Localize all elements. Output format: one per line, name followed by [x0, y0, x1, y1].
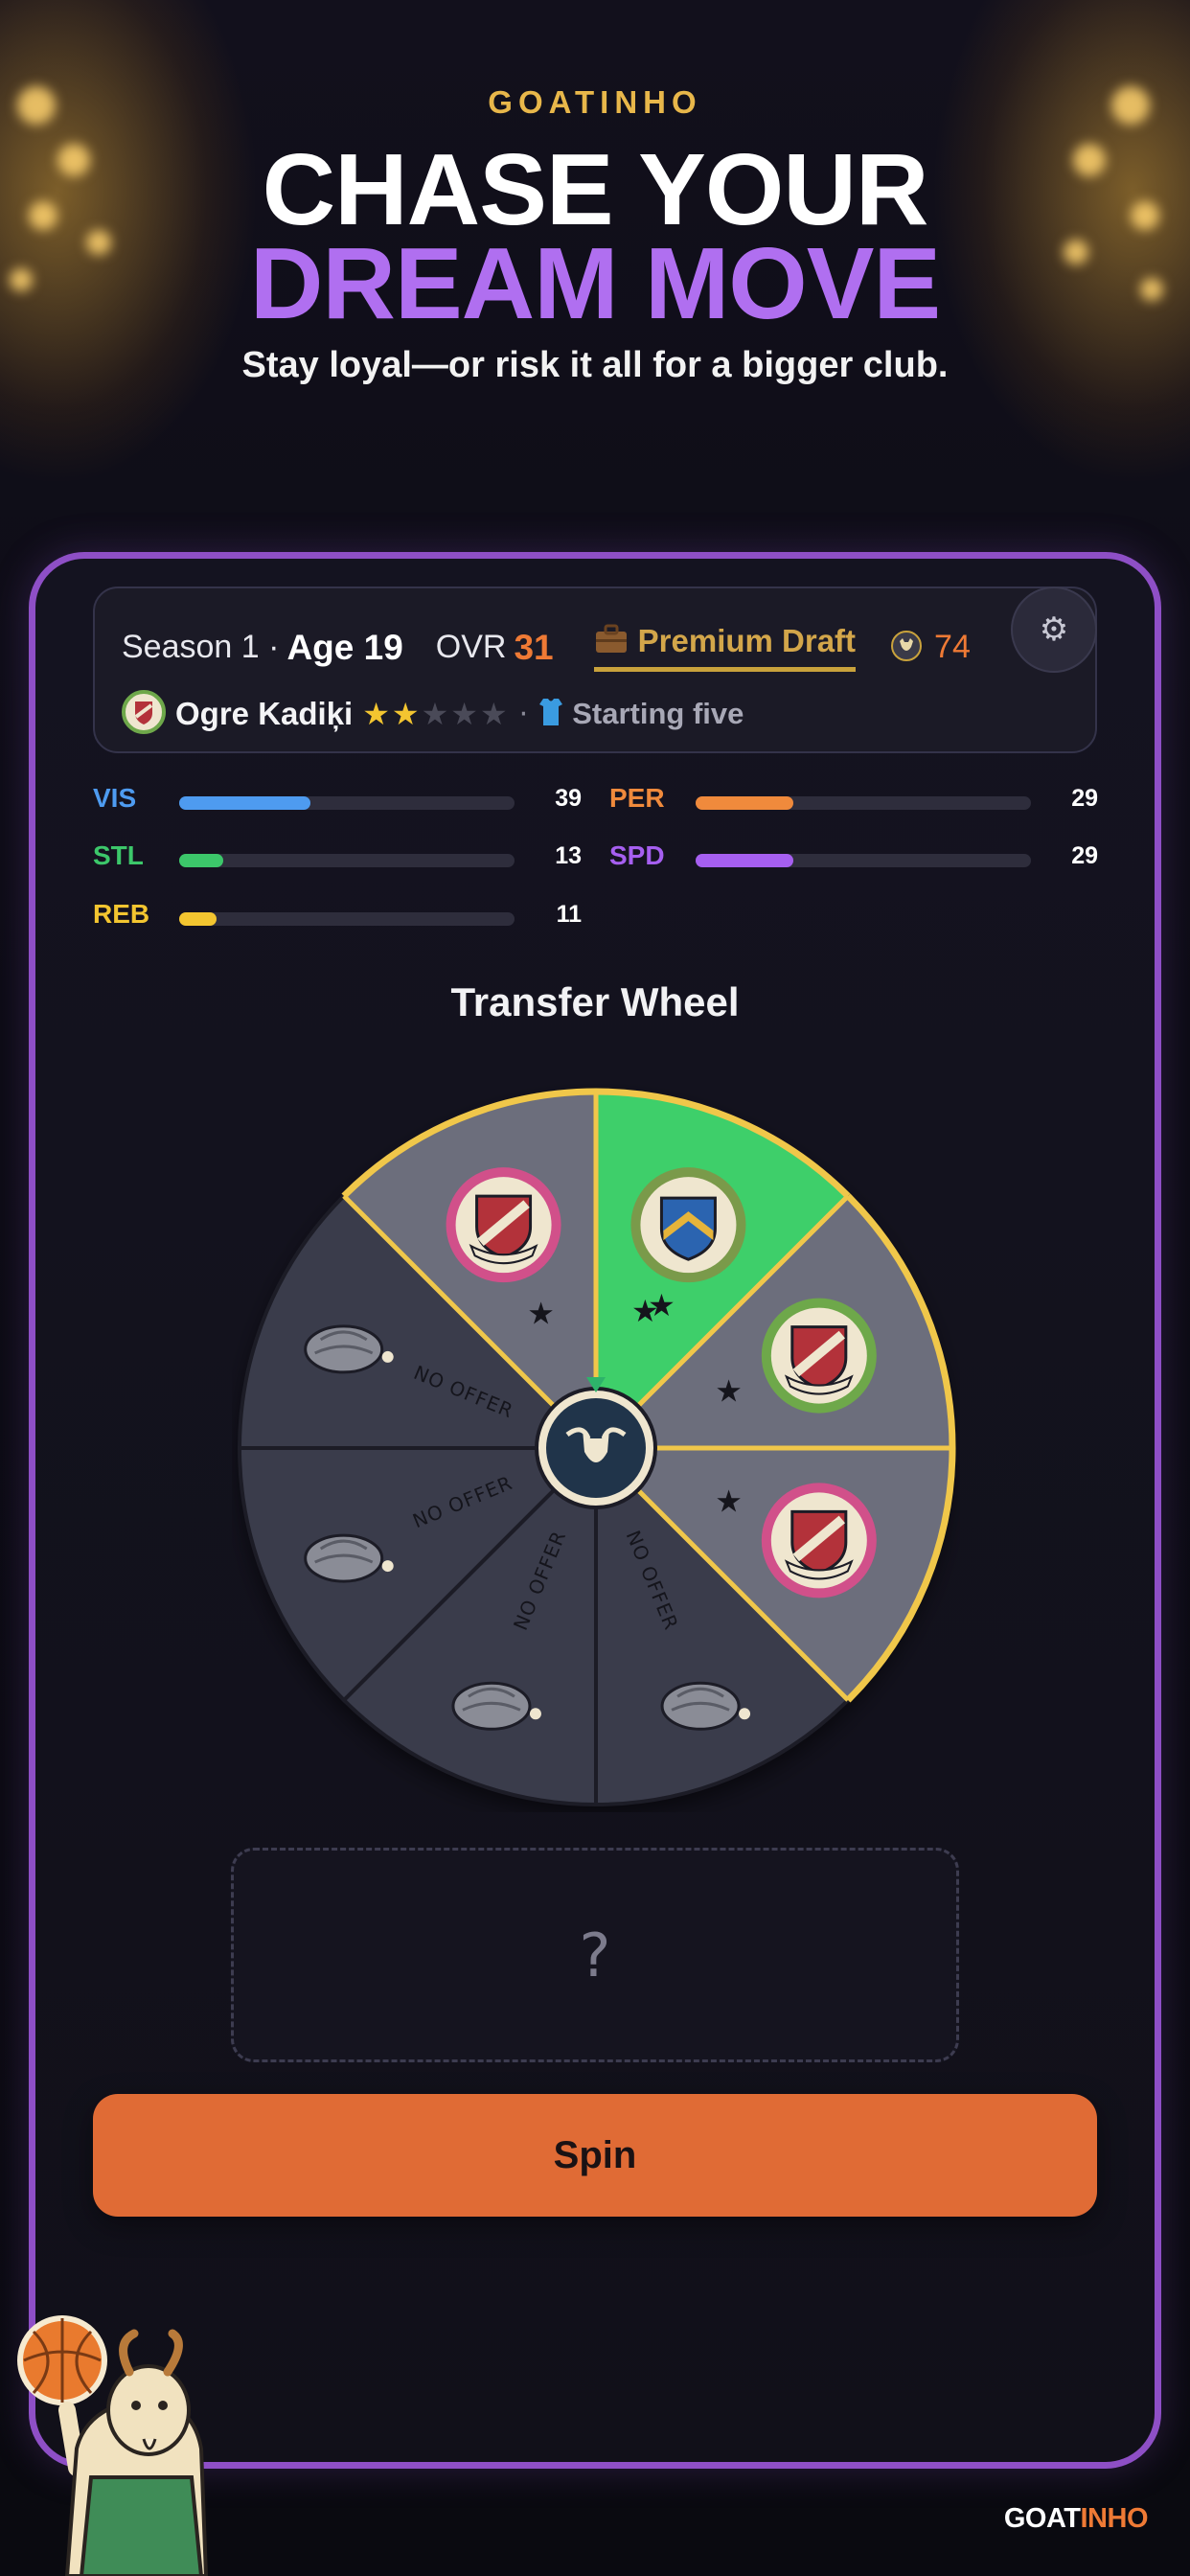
- headline-line2: DREAM MOVE: [249, 227, 941, 340]
- brand-wordmark-bottom: GOATINHO: [1003, 2503, 1149, 2535]
- star-empty-icon: ★: [421, 696, 451, 732]
- stat-bar: [696, 796, 1031, 810]
- jersey-icon: [538, 697, 564, 731]
- star-rating: ★★★★★: [362, 696, 509, 732]
- premium-draft-label: Premium Draft: [637, 623, 857, 658]
- stat-name: SPD: [609, 840, 665, 870]
- coin-value: 74: [934, 629, 971, 665]
- star-icon: ★: [715, 1373, 743, 1410]
- goat-mascot: [10, 2305, 249, 2576]
- star-icon: ★: [715, 1483, 743, 1519]
- wheel-title: Transfer Wheel: [450, 979, 740, 1024]
- stat-reb: REB 11: [93, 899, 582, 937]
- stat-name: VIS: [93, 783, 137, 813]
- stat-bar: [179, 912, 515, 926]
- stat-name: REB: [93, 899, 150, 929]
- stat-bar: [179, 854, 515, 867]
- stat-value: 13: [555, 842, 582, 869]
- role-label: Starting five: [572, 697, 744, 730]
- settings-button[interactable]: ⚙: [1011, 586, 1097, 673]
- star-icon: ★: [527, 1295, 555, 1331]
- result-placeholder: ?: [579, 1920, 611, 1990]
- star-filled-icon: ★: [391, 696, 422, 732]
- ovr-label: OVR: [435, 629, 507, 665]
- club-crest-icon: [446, 1167, 561, 1283]
- gear-icon: ⚙: [1039, 610, 1069, 649]
- spin-result-box: ?: [231, 1848, 959, 2062]
- star-empty-icon: ★: [479, 696, 510, 732]
- stat-value: 29: [1071, 842, 1098, 869]
- premium-draft-tab[interactable]: Premium Draft: [593, 623, 857, 672]
- header-row-top: Season 1 · Age 19 OVR 31 Premium Draft 7…: [122, 623, 971, 672]
- star-filled-icon: ★: [362, 696, 392, 732]
- transfer-wheel[interactable]: ★ ★ ★ ★ NO OFFER NO OFFER NO OFFER NO OFFER ★: [232, 1084, 960, 1812]
- goat-coin-icon: [890, 630, 923, 666]
- stat-value: 39: [555, 785, 582, 812]
- wheel-graphic: ★★★★NO OFFERNO OFFERNO OFFERNO OFFER★: [237, 1088, 956, 1807]
- club-crest-icon: [761, 1483, 877, 1598]
- player-header-card: Season 1 · Age 19 OVR 31 Premium Draft 7…: [93, 586, 1097, 753]
- ovr-value: 31: [514, 627, 554, 667]
- player-name: Ogre Kadiķi: [175, 696, 354, 731]
- star-empty-icon: ★: [450, 696, 480, 732]
- separator-dot: ·: [518, 697, 529, 731]
- stat-bar: [179, 796, 515, 810]
- club-crest-icon: [122, 690, 166, 738]
- age-label: Age 19: [286, 627, 403, 667]
- stat-vis: VIS 39: [93, 783, 582, 821]
- club-crest-icon: [761, 1298, 877, 1414]
- header-row-bottom: Ogre Kadiķi ★★★★★ · Starting five: [122, 690, 744, 738]
- stat-bar: [696, 854, 1031, 867]
- stat-stl: STL 13: [93, 840, 582, 879]
- stat-value: 11: [556, 901, 582, 928]
- headline-line1: CHASE YOUR: [262, 133, 929, 246]
- stat-spd: SPD 29: [609, 840, 1098, 879]
- briefcase-icon: [594, 624, 629, 658]
- spin-button[interactable]: Spin: [93, 2094, 1097, 2217]
- star-icon: ★: [648, 1287, 675, 1323]
- stat-name: STL: [93, 840, 144, 870]
- coin-balance: 74: [890, 629, 971, 666]
- hero-subtitle: Stay loyal—or risk it all for a bigger c…: [241, 345, 949, 385]
- brand-wordmark-top: GOATINHO: [488, 84, 702, 120]
- season-label: Season 1 ·: [122, 629, 280, 665]
- brand-part-goat: GOAT: [1003, 2503, 1081, 2534]
- spin-label: Spin: [553, 2133, 637, 2176]
- stat-value: 29: [1071, 785, 1098, 812]
- stat-per: PER 29: [609, 783, 1098, 821]
- brand-part-inho: INHO: [1080, 2503, 1149, 2534]
- stat-name: PER: [609, 783, 665, 813]
- club-crest-icon: [630, 1167, 746, 1283]
